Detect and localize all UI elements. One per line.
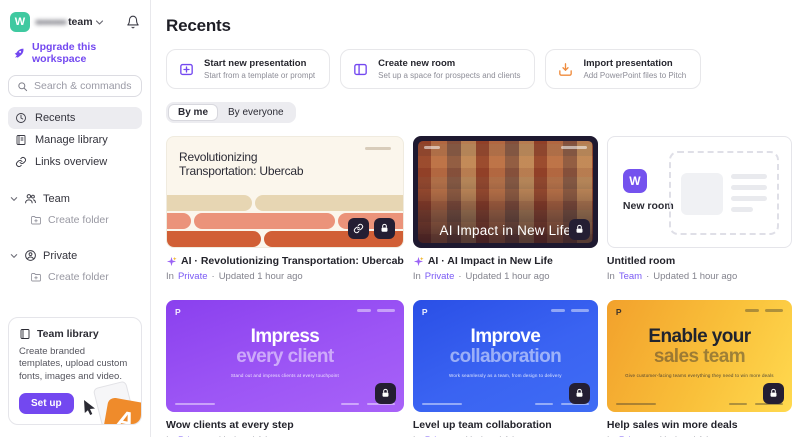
presentation-thumbnail[interactable]: AI Impact in New Life — [412, 136, 598, 248]
lock-icon — [379, 223, 390, 234]
pitch-logo: P — [615, 307, 622, 317]
thumbnail-date-text — [364, 147, 391, 150]
card-title[interactable]: AI · AI Impact in New Life — [413, 255, 598, 267]
room-thumbnail[interactable]: W New room — [606, 136, 792, 248]
import-icon — [556, 60, 574, 78]
ai-sparkle-icon — [413, 256, 424, 267]
location-link[interactable]: Private — [178, 271, 208, 282]
card-meta: In Private · Updated 1 hour ago — [412, 271, 550, 282]
page-title: Recents — [166, 16, 231, 35]
create-folder-private[interactable]: Create folder — [8, 267, 142, 287]
room-icon — [351, 60, 369, 78]
create-folder-team[interactable]: Create folder — [8, 210, 142, 230]
workspace-avatar: W — [10, 12, 30, 32]
rocket-icon — [12, 47, 25, 60]
team-library-illustration: A — [81, 376, 141, 424]
presentation-card-ai-impact: AI Impact in New Life AI · AI Impact in … — [412, 136, 598, 282]
share-link-badge[interactable] — [347, 218, 369, 239]
folder-plus-icon — [30, 271, 42, 283]
presentation-card-impress-clients: P Impress every client Stand out and imp… — [166, 300, 404, 437]
location-link[interactable]: Team — [619, 271, 642, 282]
start-new-presentation-button[interactable]: Start new presentation Start from a temp… — [166, 49, 331, 89]
presentation-thumbnail[interactable]: P Enable your sales team Give customer-f… — [606, 300, 792, 412]
rooftops-photo: AI Impact in New Life — [417, 141, 593, 243]
filter-by-everyone[interactable]: By everyone — [218, 104, 294, 121]
workspace-name: ■■■■■■■ team — [35, 16, 104, 28]
folder-plus-icon — [30, 214, 42, 226]
search-icon — [17, 81, 28, 92]
create-new-room-button[interactable]: Create new room Set up a space for prosp… — [340, 49, 536, 89]
lock-icon — [768, 388, 779, 399]
chevron-down-icon — [10, 252, 18, 260]
presentation-thumbnail[interactable]: Revolutionizing Transportation: Ubercab — [166, 136, 404, 248]
lock-badge[interactable] — [568, 383, 590, 404]
library-book-icon — [19, 328, 31, 340]
search-input[interactable] — [34, 80, 133, 92]
link-icon — [353, 223, 364, 234]
sidebar: W ■■■■■■■ team Upgrade this workspace Re… — [0, 0, 151, 437]
presentation-card-enable-sales: P Enable your sales team Give customer-f… — [606, 300, 792, 437]
notifications-bell-icon[interactable] — [126, 15, 140, 29]
sidebar-item-recents[interactable]: Recents — [8, 107, 142, 129]
team-library-promo-card: Team library Create branded templates, u… — [8, 316, 142, 425]
room-avatar: W — [622, 169, 647, 193]
presentation-thumbnail[interactable]: P Improve collaboration Work seamlessly … — [412, 300, 598, 412]
quick-actions: Start new presentation Start from a temp… — [166, 49, 792, 89]
card-title[interactable]: Level up team collaboration — [413, 419, 598, 431]
room-card-untitled: W New room Untitled room In Team · Updat… — [606, 136, 792, 282]
sidebar-item-links-overview[interactable]: Links overview — [8, 151, 142, 173]
workspace-switcher[interactable]: W ■■■■■■■ team — [8, 10, 142, 34]
import-presentation-button[interactable]: Import presentation Add PowerPoint files… — [545, 49, 702, 89]
sidebar-section-team[interactable]: Team — [8, 187, 142, 210]
sidebar-section-private[interactable]: Private — [8, 244, 142, 267]
card-title[interactable]: Untitled room — [607, 255, 792, 267]
card-title[interactable]: Help sales win more deals — [607, 419, 792, 431]
clock-icon — [15, 112, 27, 124]
lock-icon — [574, 224, 585, 235]
lock-badge[interactable] — [374, 383, 396, 404]
pitch-logo: P — [421, 307, 428, 317]
filter-by-me[interactable]: By me — [168, 104, 219, 121]
people-icon — [24, 192, 37, 205]
search-box[interactable] — [8, 75, 142, 97]
location-link[interactable]: Private — [425, 271, 455, 282]
chevron-down-icon — [10, 195, 18, 203]
lock-icon — [574, 388, 585, 399]
workspace-name-redacted: ■■■■■■■ — [35, 17, 67, 27]
presentation-card-improve-collaboration: P Improve collaboration Work seamlessly … — [412, 300, 598, 437]
recents-grid: Revolutionizing Transportation: Ubercab — [166, 136, 792, 437]
card-title[interactable]: Wow clients at every step — [166, 419, 404, 431]
chevron-down-icon — [95, 18, 104, 27]
upgrade-workspace-link[interactable]: Upgrade this workspace — [8, 34, 142, 71]
card-meta: In Private · Updated 1 hour ago — [166, 271, 303, 282]
lock-badge[interactable] — [373, 218, 395, 239]
new-presentation-icon — [177, 60, 195, 78]
filter-toggle: By me By everyone — [166, 102, 296, 123]
set-up-button[interactable]: Set up — [19, 393, 74, 414]
lock-icon — [380, 388, 391, 399]
team-library-title: Team library — [37, 327, 99, 340]
presentation-thumbnail[interactable]: P Impress every client Stand out and imp… — [166, 300, 404, 412]
person-circle-icon — [24, 249, 37, 262]
card-meta: In Team · Updated 1 hour ago — [606, 271, 738, 282]
ai-sparkle-icon — [166, 256, 177, 267]
main-content: Recents Start new presentation Start fro… — [151, 0, 800, 437]
card-title[interactable]: AI · Revolutionizing Transportation: Ube… — [166, 255, 404, 267]
presentation-card-ubercab: Revolutionizing Transportation: Ubercab — [166, 136, 404, 282]
sidebar-item-manage-library[interactable]: Manage library — [8, 129, 142, 151]
room-placeholder — [669, 151, 779, 235]
pitch-logo: P — [175, 307, 181, 317]
cursor-icon — [81, 399, 97, 416]
book-icon — [15, 134, 27, 146]
lock-badge[interactable] — [568, 219, 590, 240]
link-icon — [15, 156, 27, 168]
lock-badge[interactable] — [763, 383, 784, 404]
